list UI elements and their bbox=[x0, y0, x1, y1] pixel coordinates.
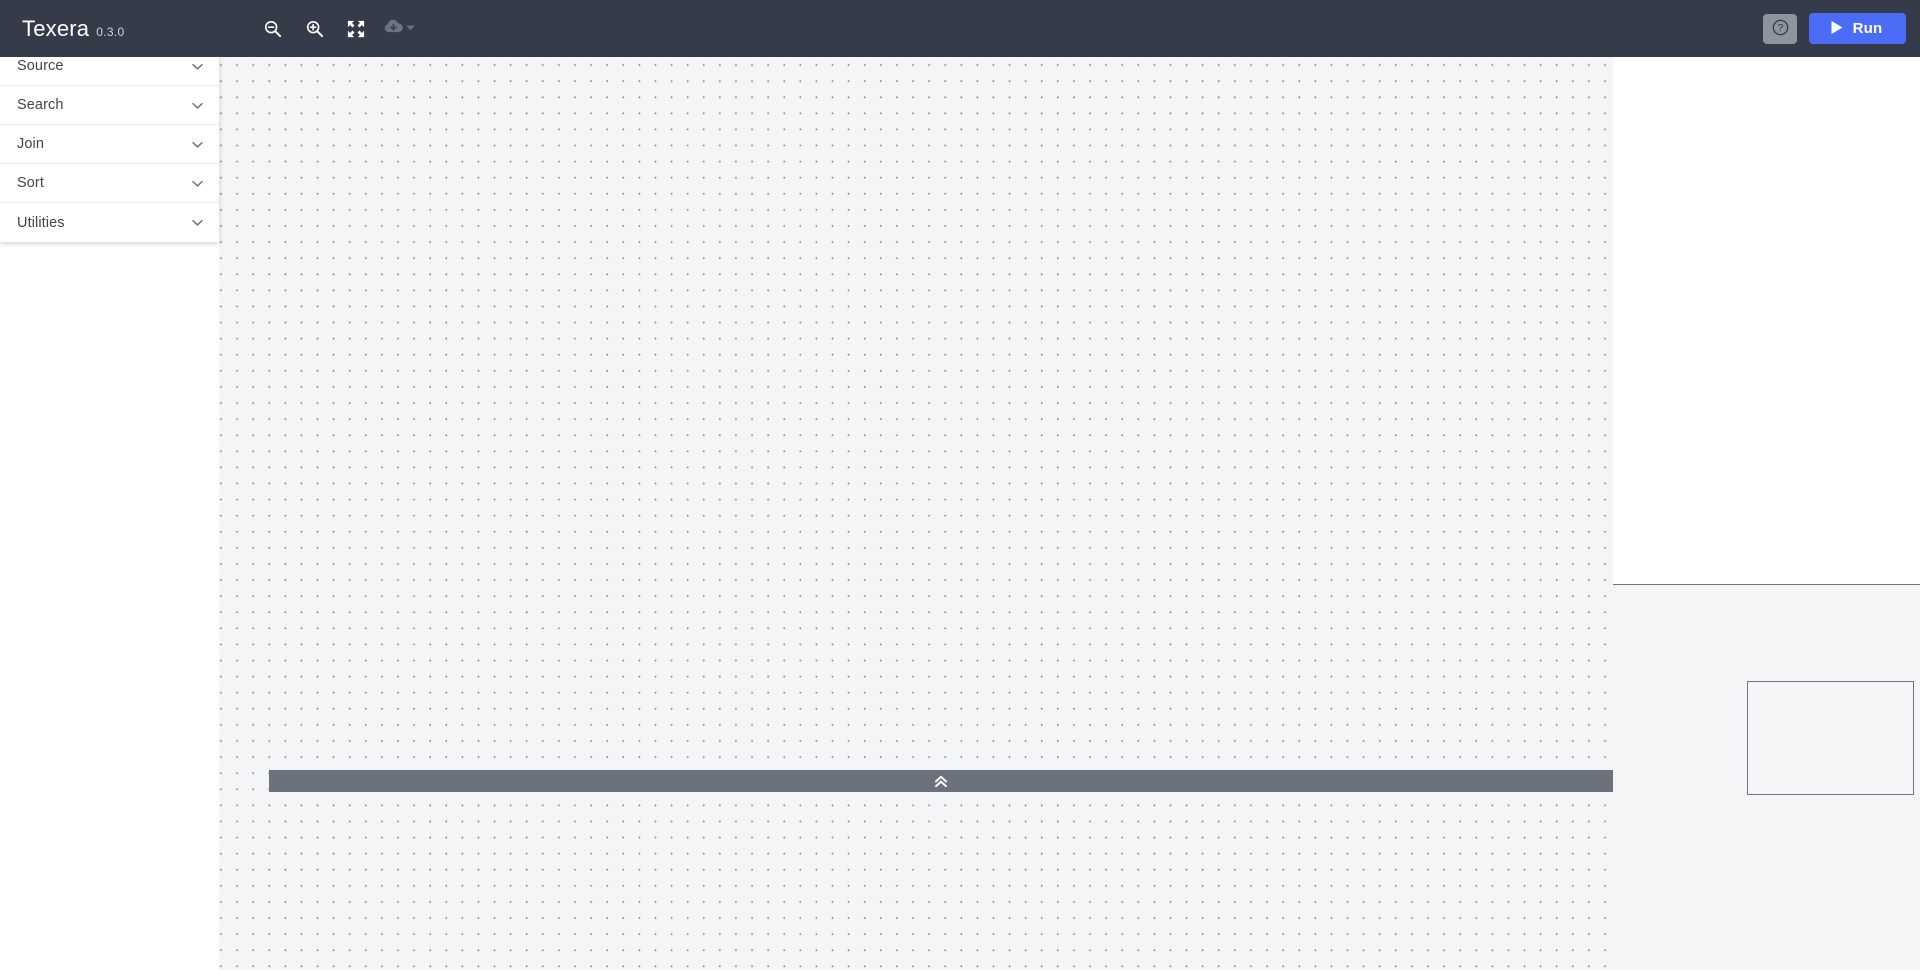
canvas-toolbar bbox=[257, 14, 416, 44]
magnifier-minus-icon bbox=[263, 19, 282, 38]
chevron-down-icon bbox=[190, 215, 205, 230]
double-chevron-up-icon bbox=[932, 774, 950, 789]
header-actions: ? Run bbox=[1763, 13, 1906, 44]
minimap-viewport-rect[interactable] bbox=[1747, 681, 1914, 795]
chevron-down-icon bbox=[190, 137, 205, 152]
run-button-label: Run bbox=[1852, 20, 1883, 37]
app-header: Texera 0.3.0 ? Run bbox=[0, 0, 1920, 57]
chevron-down-icon bbox=[405, 20, 416, 38]
cloud-download-icon bbox=[383, 17, 404, 41]
help-button[interactable]: ? bbox=[1763, 13, 1797, 44]
property-editor-panel bbox=[1613, 47, 1920, 970]
sidebar-item-label: Utilities bbox=[17, 214, 65, 231]
question-circle-icon: ? bbox=[1772, 19, 1789, 39]
workflow-canvas[interactable] bbox=[219, 47, 1613, 970]
magnifier-plus-icon bbox=[305, 19, 324, 38]
zoom-in-button[interactable] bbox=[299, 14, 329, 44]
sidebar-item-label: Join bbox=[17, 136, 44, 152]
result-panel-toggle-bar[interactable] bbox=[269, 770, 1613, 792]
save-workflow-button[interactable] bbox=[383, 17, 416, 41]
brand-logo: Texera 0.3.0 bbox=[22, 16, 252, 42]
sidebar-item-join[interactable]: Join bbox=[0, 125, 219, 164]
sidebar-item-sort[interactable]: Sort bbox=[0, 164, 219, 203]
sidebar-item-label: Search bbox=[17, 97, 64, 113]
operator-category-accordion: Source Search Join Sort Utilities bbox=[0, 47, 219, 242]
svg-text:?: ? bbox=[1777, 22, 1783, 33]
run-button[interactable]: Run bbox=[1809, 13, 1906, 44]
app-title: Texera bbox=[22, 15, 90, 41]
chevron-down-icon bbox=[190, 59, 205, 74]
workflow-minimap[interactable] bbox=[1613, 584, 1920, 970]
zoom-out-button[interactable] bbox=[257, 14, 287, 44]
operator-panel-sidebar: Source Search Join Sort Utilities bbox=[0, 47, 219, 970]
sidebar-item-search[interactable]: Search bbox=[0, 86, 219, 125]
expand-arrows-icon bbox=[347, 20, 365, 38]
chevron-down-icon bbox=[190, 98, 205, 113]
chevron-down-icon bbox=[190, 176, 205, 191]
sidebar-item-label: Sort bbox=[17, 175, 44, 191]
fit-to-screen-button[interactable] bbox=[341, 14, 371, 44]
sidebar-item-utilities[interactable]: Utilities bbox=[0, 203, 219, 242]
play-icon bbox=[1830, 20, 1844, 38]
sidebar-item-label: Source bbox=[17, 58, 64, 74]
texera-workflow-editor: Texera 0.3.0 ? Run Source Search Join So… bbox=[0, 0, 1920, 970]
app-version: 0.3.0 bbox=[96, 24, 125, 39]
